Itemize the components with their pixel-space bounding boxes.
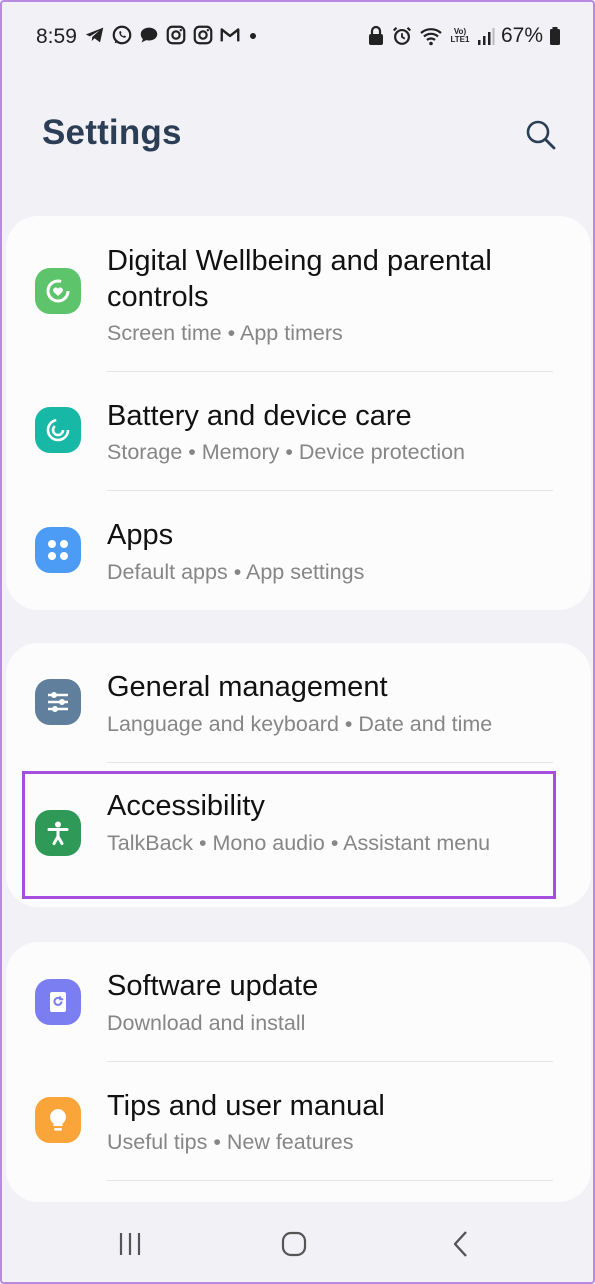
setting-subtitle: Screen time • App timers [107,321,343,345]
setting-subtitle: Language and keyboard • Date and time [107,712,493,736]
setting-accessibility[interactable]: Accessibility TalkBack • Mono audio • As… [6,763,591,907]
back-button[interactable] [439,1222,483,1266]
setting-battery-device-care[interactable]: Battery and device care Storage • Memory… [6,372,591,490]
setting-subtitle: Default apps • App settings [107,560,365,584]
telegram-icon [85,27,104,43]
instagram-icon [193,25,213,45]
setting-subtitle: Download and install [107,1011,306,1035]
battery-percent: 67% [500,24,543,47]
signal-icon [477,28,495,45]
search-button[interactable] [524,118,558,152]
system-icons: Vo) LTE1 67% [367,24,561,48]
recents-button[interactable] [108,1222,152,1266]
setting-title: Digital Wellbeing and parental controls [107,245,492,313]
battery-icon [550,27,560,45]
device-care-icon [35,407,81,453]
alarm-icon [392,26,411,45]
setting-subtitle: Useful tips • New features [107,1130,354,1154]
setting-title: Tips and user manual [107,1090,385,1122]
chat-icon [140,27,158,43]
software-update-icon [35,979,81,1025]
whatsapp-icon [112,25,132,45]
gmail-icon [220,28,240,42]
notification-icons [84,24,260,46]
settings-group-3: Software update Download and install Tip… [6,942,591,1202]
dot-icon [250,33,256,39]
network-label: Vo) LTE1 [450,27,470,44]
apps-icon [35,527,81,573]
setting-title: General management [107,671,388,703]
back-icon [453,1231,467,1257]
setting-title: Accessibility [107,790,265,822]
search-icon [526,120,556,150]
lightbulb-icon [35,1097,81,1143]
setting-subtitle: TalkBack • Mono audio • Assistant menu [107,831,491,855]
setting-general-management[interactable]: General management Language and keyboard… [6,643,591,761]
lock-icon [368,25,383,45]
setting-software-update[interactable]: Software update Download and install [6,942,591,1061]
wellbeing-icon [35,268,81,314]
setting-subtitle: Storage • Memory • Device protection [107,440,466,464]
status-bar: 8:59 Vo) LTE1 67% [0,0,595,74]
setting-title: Software update [107,970,319,1002]
setting-title: Battery and device care [107,400,412,432]
page-title: Settings [42,113,182,152]
settings-group-1: Digital Wellbeing and parental controls … [6,216,591,610]
accessibility-icon [35,810,81,856]
sliders-icon [35,679,81,725]
setting-tips-user-manual[interactable]: Tips and user manual Useful tips • New f… [6,1062,591,1180]
home-button[interactable] [272,1222,316,1266]
status-time: 8:59 [36,25,77,48]
home-icon [281,1231,307,1257]
setting-apps[interactable]: Apps Default apps • App settings [6,491,591,610]
settings-group-2: General management Language and keyboard… [6,643,591,907]
divider [107,1180,553,1181]
recents-icon [119,1233,141,1255]
instagram-icon [166,25,186,45]
setting-digital-wellbeing[interactable]: Digital Wellbeing and parental controls … [6,216,591,371]
wifi-icon [420,28,442,46]
setting-title: Apps [107,519,174,551]
